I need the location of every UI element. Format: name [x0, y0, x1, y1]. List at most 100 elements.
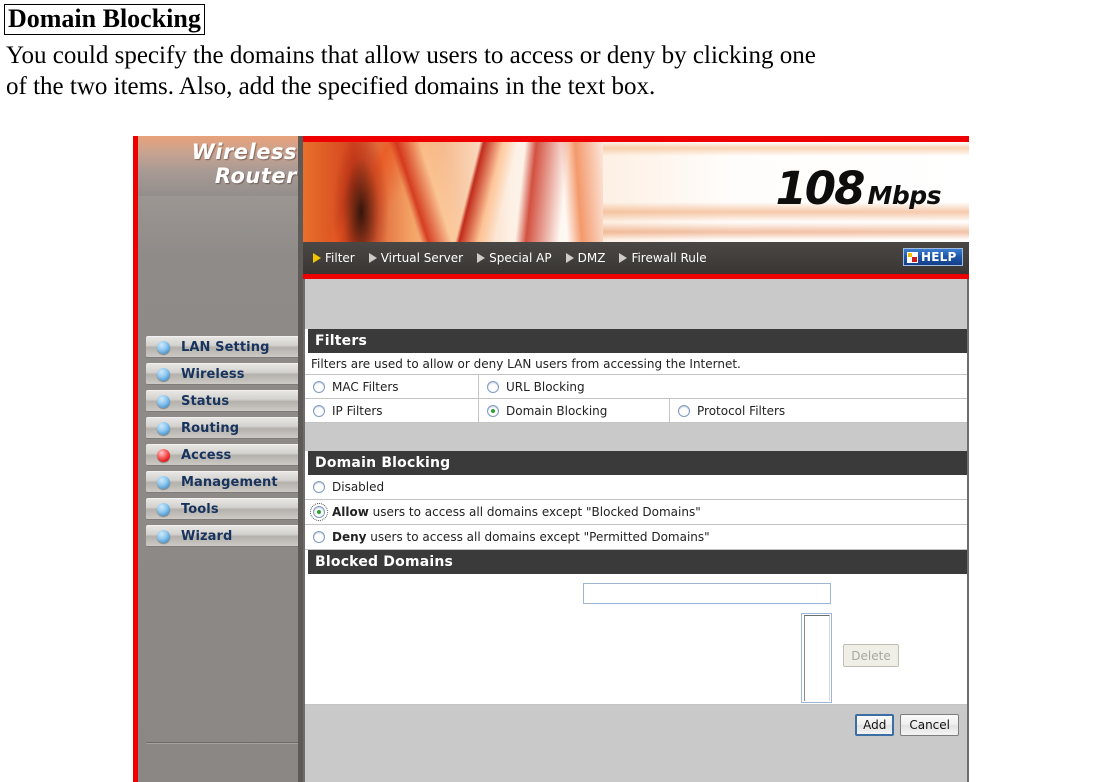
- sidebar-item-label: Tools: [181, 501, 219, 517]
- blocked-domains-listbox[interactable]: [801, 613, 832, 703]
- blocked-domains-section-header: Blocked Domains: [305, 550, 967, 574]
- option-ip-filters[interactable]: IP Filters: [305, 399, 479, 422]
- triangle-right-icon: [368, 253, 377, 263]
- section-title: Blocked Domains: [315, 554, 454, 570]
- triangle-right-icon: [477, 253, 486, 263]
- triangle-right-icon: [565, 253, 574, 263]
- nav-item-dmz[interactable]: DMZ: [565, 251, 606, 265]
- sidebar-item-wireless[interactable]: Wireless: [146, 363, 301, 385]
- option-label: Disabled: [332, 480, 385, 494]
- sidebar-menu: LAN Setting Wireless Status Routing Acce…: [146, 336, 301, 552]
- sidebar-item-routing[interactable]: Routing: [146, 417, 301, 439]
- header-banner: 108 Mbps: [303, 136, 969, 242]
- nav-item-label: Filter: [325, 251, 355, 265]
- sidebar-item-status[interactable]: Status: [146, 390, 301, 412]
- nav-item-label: DMZ: [577, 251, 606, 265]
- section-title: Domain Blocking: [315, 455, 451, 471]
- sidebar-divider: [146, 742, 301, 744]
- filters-row-2: IP Filters Domain Blocking Protocol Filt…: [305, 399, 967, 423]
- option-label: Deny users to access all domains except …: [332, 530, 710, 544]
- settings-form: Filters Filters are used to allow or den…: [303, 279, 969, 782]
- sidebar-item-label: Management: [181, 474, 278, 490]
- option-mac-filters[interactable]: MAC Filters: [305, 375, 479, 398]
- nav-item-label: Special AP: [489, 251, 552, 265]
- filters-description: Filters are used to allow or deny LAN us…: [311, 356, 741, 371]
- router-admin-screenshot: Wireless Router LAN Setting Wireless Sta…: [133, 136, 969, 782]
- sidebar-item-label: Status: [181, 393, 230, 409]
- page-title: Domain Blocking: [4, 4, 205, 36]
- domain-blocking-section-header: Domain Blocking: [305, 451, 967, 475]
- radio-mac-filters[interactable]: [313, 380, 325, 393]
- description-line-2: of the two items. Also, add the specifie…: [6, 72, 656, 100]
- radio-disabled[interactable]: [313, 481, 325, 493]
- status-dot-icon: [157, 475, 170, 489]
- option-allow[interactable]: Allow users to access all domains except…: [305, 500, 967, 525]
- form-footer: Add Cancel: [305, 705, 967, 747]
- option-url-blocking[interactable]: URL Blocking: [479, 375, 967, 398]
- nav-item-firewall-rule[interactable]: Firewall Rule: [619, 251, 707, 265]
- radio-url-blocking[interactable]: [487, 380, 499, 393]
- top-nav-bar: Filter Virtual Server Special AP DMZ Fir…: [303, 242, 969, 274]
- radio-deny[interactable]: [313, 531, 325, 543]
- spacer-top: [305, 279, 967, 329]
- description-line-1: You could specify the domains that allow…: [6, 42, 816, 70]
- status-dot-icon: [157, 394, 170, 408]
- nav-item-label: Virtual Server: [380, 251, 464, 265]
- blocked-domains-body: Delete: [305, 574, 967, 705]
- nav-item-virtual-server[interactable]: Virtual Server: [368, 251, 464, 265]
- triangle-right-icon: [313, 253, 321, 263]
- sidebar-item-wizard[interactable]: Wizard: [146, 525, 301, 547]
- document-header: Domain Blocking You could specify the do…: [0, 0, 1100, 102]
- banner-speed-badge: 108 Mbps: [776, 162, 942, 215]
- status-dot-icon: [157, 367, 170, 381]
- sidebar-item-label: LAN Setting: [181, 339, 270, 355]
- page-description: You could specify the domains that allow…: [4, 41, 1100, 102]
- sidebar-item-label: Wireless: [181, 366, 245, 382]
- sidebar-item-label: Wizard: [181, 528, 233, 544]
- domain-input[interactable]: [583, 583, 831, 604]
- sidebar-item-label: Access: [181, 447, 232, 463]
- option-label-rest: users to access all domains except "Bloc…: [368, 505, 701, 519]
- speed-number: 108: [775, 162, 866, 215]
- option-label: Protocol Filters: [697, 403, 786, 418]
- option-label: IP Filters: [332, 403, 383, 418]
- sidebar-item-lan-setting[interactable]: LAN Setting: [146, 336, 301, 358]
- radio-ip-filters[interactable]: [313, 404, 325, 417]
- option-label: Domain Blocking: [506, 403, 608, 418]
- option-label: MAC Filters: [332, 379, 399, 394]
- sidebar-item-tools[interactable]: Tools: [146, 498, 301, 520]
- status-dot-icon: [157, 340, 170, 354]
- sidebar-item-management[interactable]: Management: [146, 471, 301, 493]
- radio-allow[interactable]: [310, 503, 328, 521]
- sidebar-item-access[interactable]: Access: [146, 444, 301, 466]
- listbox-inner: [804, 615, 830, 701]
- help-button[interactable]: HELP: [903, 248, 963, 266]
- delete-button[interactable]: Delete: [843, 644, 899, 667]
- option-disabled[interactable]: Disabled: [305, 475, 967, 500]
- spacer-mid: [305, 423, 967, 451]
- status-dot-icon: [157, 421, 170, 435]
- logo-line-2: Router: [214, 164, 297, 188]
- radio-domain-blocking[interactable]: [487, 404, 499, 417]
- option-label: URL Blocking: [506, 379, 585, 394]
- radio-protocol-filters[interactable]: [678, 404, 690, 417]
- logo-text: Wireless Router: [146, 140, 303, 188]
- option-label-emphasis: Deny: [332, 530, 367, 544]
- status-dot-icon: [157, 529, 170, 543]
- status-dot-icon: [157, 502, 170, 516]
- option-protocol-filters[interactable]: Protocol Filters: [670, 399, 967, 422]
- sidebar: Wireless Router LAN Setting Wireless Sta…: [138, 136, 303, 782]
- option-deny[interactable]: Deny users to access all domains except …: [305, 525, 967, 550]
- option-domain-blocking[interactable]: Domain Blocking: [479, 399, 670, 422]
- help-icon: [907, 251, 918, 263]
- footer-buttons: Add Cancel: [849, 714, 959, 736]
- nav-item-filter[interactable]: Filter: [313, 251, 355, 265]
- nav-item-special-ap[interactable]: Special AP: [477, 251, 552, 265]
- option-label-emphasis: Allow: [332, 505, 369, 519]
- status-dot-icon-active: [157, 448, 170, 462]
- section-title: Filters: [315, 333, 367, 349]
- add-button[interactable]: Add: [855, 714, 895, 736]
- option-label: Allow users to access all domains except…: [332, 505, 701, 519]
- logo-line-1: Wireless: [191, 140, 297, 164]
- cancel-button[interactable]: Cancel: [900, 714, 959, 736]
